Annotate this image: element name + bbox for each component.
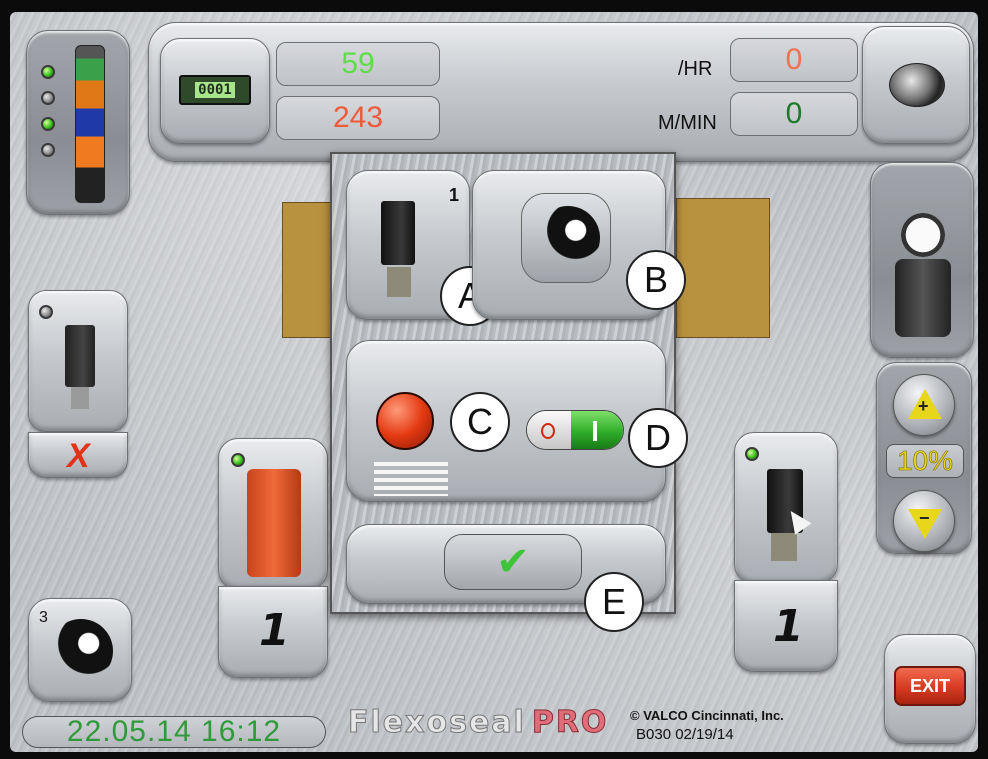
valve-icon [65, 325, 95, 387]
regulator-body-icon [895, 259, 951, 337]
maintenance-button[interactable]: 3 [28, 598, 132, 702]
left-valve-status-box: X [28, 432, 128, 478]
valve-1-count: 1 [259, 605, 290, 656]
toggle-off-icon [541, 423, 555, 439]
pressure-percent-display: 10% [886, 444, 964, 478]
counter-icon: 0001 [179, 75, 251, 105]
signal-tower-icon [75, 45, 105, 203]
hmi-screen: 0001 59 243 /HR 0 M/MIN 0 X 3 22.05.14 1… [10, 12, 978, 752]
left-valve-button[interactable] [28, 290, 128, 432]
valve-2-button[interactable] [734, 432, 838, 584]
pressure-decrease-button[interactable]: − [893, 490, 955, 552]
toggle-on-icon [593, 421, 597, 441]
speed-display: 0 [730, 92, 858, 136]
product-box-right [676, 198, 770, 338]
brand-logo: Flexoseal PRO [348, 702, 608, 742]
brand-name: Flexoseal [348, 704, 526, 740]
pressure-increase-button[interactable]: + [893, 374, 955, 436]
stop-lines-icon [374, 462, 448, 496]
minus-label: − [919, 508, 930, 528]
service-wrench-glyph [536, 206, 600, 270]
count-top-value: 59 [341, 47, 375, 80]
callout-d: D [628, 408, 688, 468]
valve-dialog: 1 A B C D ✔ E [330, 152, 688, 632]
service-wrench-icon [521, 193, 611, 283]
toggle-on-side [571, 411, 623, 449]
valve-1-led [231, 453, 245, 467]
speed-value: 0 [785, 97, 803, 130]
rate-hr-label: /HR [678, 58, 713, 80]
datetime-display: 22.05.14 16:12 [22, 715, 326, 748]
tower-led-off-2 [41, 143, 55, 157]
tower-led-off-1 [41, 91, 55, 105]
count-bottom-value: 243 [332, 101, 384, 134]
callout-c-label: C [467, 401, 493, 442]
rate-hr-value: 0 [785, 43, 803, 76]
on-off-toggle[interactable] [526, 410, 624, 450]
valve-select-base-icon [387, 267, 411, 297]
callout-e: E [584, 572, 644, 632]
callout-b: B [626, 250, 686, 310]
valve-2-led [745, 447, 759, 461]
signal-tower-button[interactable] [26, 30, 130, 215]
drive-motor-icon [889, 63, 945, 107]
datetime-value: 22.05.14 16:12 [66, 715, 282, 748]
valve-2-count-box: 1 [734, 580, 838, 672]
left-valve-led [39, 305, 53, 319]
count-bottom-display: 243 [276, 96, 440, 140]
confirm-button[interactable]: ✔ [444, 534, 582, 590]
tower-led-green-2 [41, 117, 55, 131]
callout-e-label: E [601, 581, 626, 622]
pressure-percent-value: 10% [896, 445, 954, 477]
valve-2-base-icon [771, 533, 797, 561]
valve-1-icon [247, 469, 301, 577]
valve-1-button[interactable] [218, 438, 328, 590]
exit-button[interactable]: EXIT [894, 666, 966, 706]
callout-b-label: B [643, 259, 668, 300]
maintenance-badge: 3 [39, 609, 48, 626]
air-regulator-button[interactable] [870, 162, 974, 358]
rate-hr-display: 0 [730, 38, 858, 82]
checkmark-icon: ✔ [496, 539, 530, 585]
toggle-off-side [527, 411, 571, 449]
callout-c: C [450, 392, 510, 452]
copyright-text: © VALCO Cincinnati, Inc. [630, 708, 784, 723]
callout-d-label: D [645, 417, 671, 458]
version-text: B030 02/19/14 [636, 726, 734, 743]
brand-pro: PRO [531, 704, 609, 740]
speed-label: M/MIN [658, 112, 717, 134]
valve-2-count: 1 [773, 601, 804, 652]
pressure-gauge-icon [901, 213, 945, 257]
valve-disabled-mark: X [67, 437, 90, 475]
valve-select-icon [381, 201, 415, 265]
plus-label: + [918, 396, 929, 416]
counter-icon-text: 0001 [195, 82, 235, 98]
count-top-display: 59 [276, 42, 440, 86]
exit-label: EXIT [909, 675, 950, 696]
stop-button[interactable] [376, 392, 434, 450]
valve-select-number: 1 [449, 185, 460, 205]
valve-base-icon [71, 387, 89, 409]
drive-settings-button[interactable] [862, 26, 970, 144]
wrench-icon [49, 619, 113, 683]
valve-1-count-box: 1 [218, 586, 328, 678]
counter-button[interactable]: 0001 [160, 38, 270, 144]
tower-led-green-1 [41, 65, 55, 79]
